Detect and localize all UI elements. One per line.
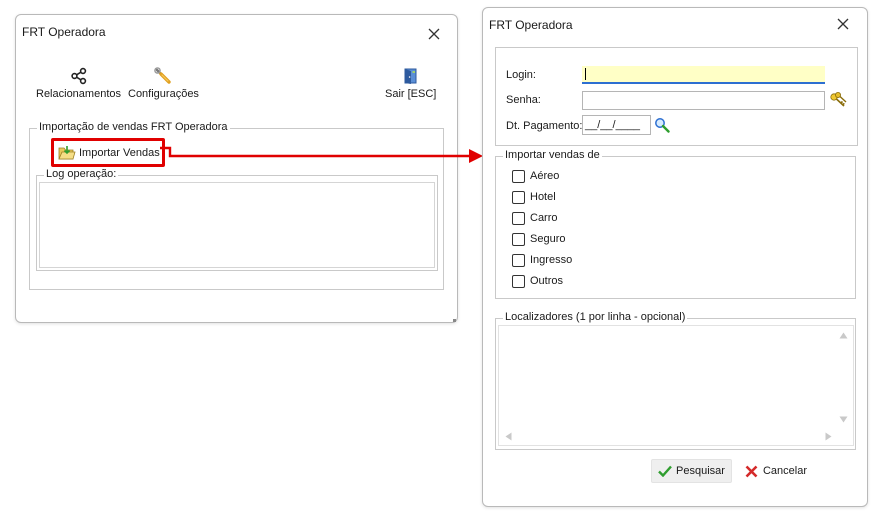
senha-input[interactable]	[582, 91, 825, 110]
resize-grip[interactable]	[453, 319, 456, 322]
localizadores-legend: Localizadores (1 por linha - opcional)	[503, 311, 688, 323]
option-label: Carro	[530, 212, 558, 224]
checkbox[interactable]	[512, 232, 525, 246]
close-icon[interactable]	[426, 26, 442, 42]
importar-vendas-button[interactable]: Importar Vendas	[51, 138, 165, 167]
checkbox[interactable]	[512, 274, 525, 288]
highlight-arrow	[160, 146, 483, 163]
option-ingresso[interactable]: Ingresso	[512, 252, 572, 268]
sair-button[interactable]: Sair [ESC]	[385, 67, 436, 100]
option-label: Outros	[530, 275, 564, 287]
checkbox[interactable]	[512, 169, 525, 183]
checkbox[interactable]	[512, 211, 525, 225]
option-hotel[interactable]: Hotel	[512, 189, 556, 205]
dt-pagamento-label: Dt. Pagamento:	[506, 120, 583, 132]
keys-icon[interactable]	[829, 91, 848, 110]
pesquisar-button[interactable]: Pesquisar	[651, 459, 732, 483]
checkbox[interactable]	[512, 253, 525, 267]
option-label: Ingresso	[530, 254, 573, 266]
configuracoes-label: Configurações	[128, 88, 199, 100]
dt-pagamento-value: __/__/____	[585, 119, 641, 131]
x-cancel-icon	[745, 465, 758, 477]
importar-vendas-label: Importar Vendas	[79, 146, 160, 159]
cancelar-label: Cancelar	[762, 465, 808, 477]
option-carro[interactable]: Carro	[512, 210, 558, 226]
close-icon[interactable]	[835, 16, 851, 32]
login-label: Login:	[506, 69, 536, 81]
option-aereo[interactable]: Aéreo	[512, 168, 559, 184]
option-seguro[interactable]: Seguro	[512, 231, 565, 247]
option-label: Hotel	[530, 191, 556, 203]
importar-vendas-legend: Importar vendas de	[503, 149, 602, 161]
scroll-right-icon[interactable]	[825, 432, 832, 441]
scroll-up-icon[interactable]	[839, 332, 848, 339]
configuracoes-button[interactable]: Configurações	[128, 67, 199, 100]
dt-pagamento-input[interactable]: __/__/____	[582, 115, 651, 135]
option-outros[interactable]: Outros	[512, 273, 563, 289]
import-group-legend: Importação de vendas FRT Operadora	[37, 121, 230, 133]
right-window: FRT Operadora Login: Senha: Dt. Pagament…	[482, 7, 868, 507]
login-input[interactable]	[582, 66, 825, 84]
scroll-down-icon[interactable]	[839, 416, 848, 423]
relacionamentos-button[interactable]: Relacionamentos	[36, 67, 121, 100]
text-cursor	[585, 68, 586, 80]
magnifier-calendar-icon[interactable]	[654, 117, 671, 134]
senha-label: Senha:	[506, 94, 541, 106]
scroll-left-icon[interactable]	[505, 432, 512, 441]
importar-vendas-group: Importar vendas de Aéreo Hotel Carro Seg…	[495, 149, 856, 299]
share-icon	[70, 67, 86, 85]
option-label: Seguro	[530, 233, 566, 245]
sair-label: Sair [ESC]	[385, 88, 437, 100]
wrench-icon	[154, 67, 172, 84]
log-group-legend: Log operação:	[44, 168, 119, 180]
option-label: Aéreo	[530, 170, 560, 182]
left-window-title: FRT Operadora	[22, 25, 106, 39]
folder-import-icon	[58, 145, 76, 159]
left-window: FRT Operadora Relacionamentos Configuraç…	[15, 14, 458, 323]
right-window-title: FRT Operadora	[489, 18, 573, 32]
checkbox[interactable]	[512, 190, 525, 204]
exit-door-icon	[404, 68, 417, 84]
checkmark-icon	[658, 465, 672, 477]
relacionamentos-label: Relacionamentos	[36, 88, 121, 100]
localizadores-textarea[interactable]	[498, 325, 854, 446]
log-textarea[interactable]	[39, 182, 435, 268]
pesquisar-label: Pesquisar	[676, 465, 725, 477]
cancelar-button[interactable]: Cancelar	[741, 459, 811, 483]
